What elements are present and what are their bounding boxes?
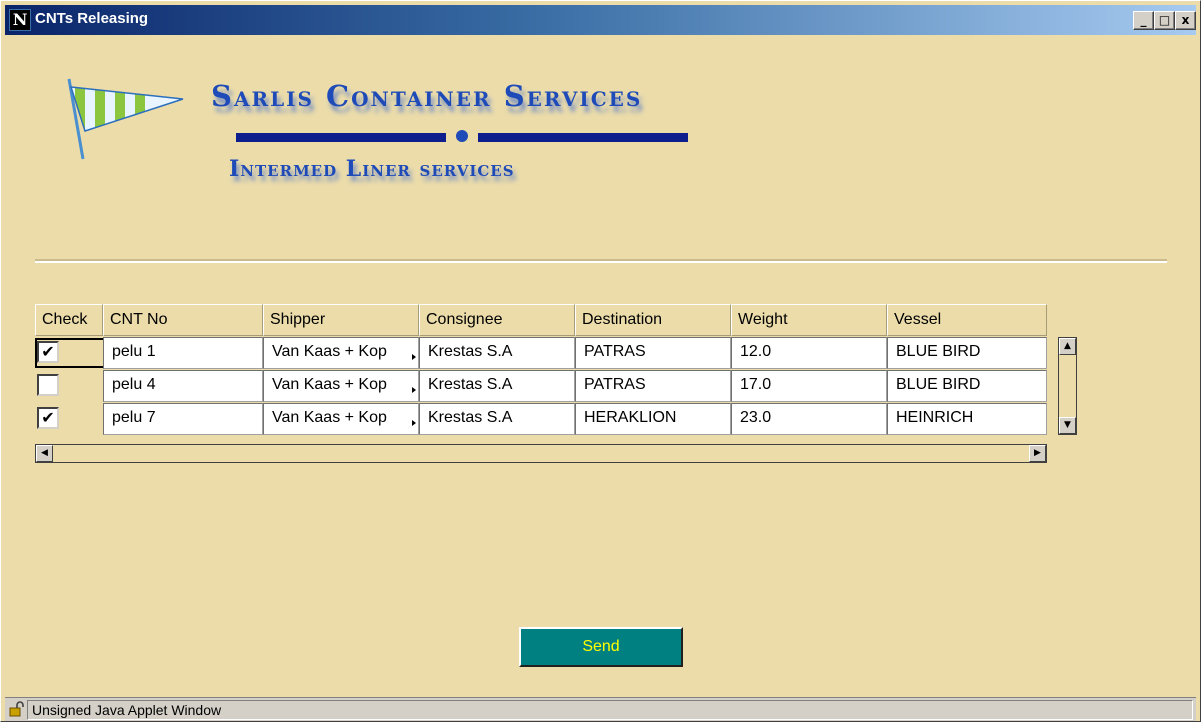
title-bar[interactable]: N CNTs Releasing _ □ x [5,5,1196,35]
scroll-up-arrow-icon[interactable]: ▲ [1059,338,1076,355]
cell-consignee[interactable]: Krestas S.A [419,403,575,435]
column-header-vessel[interactable]: Vessel [887,304,1047,336]
cell-destination[interactable]: PATRAS [575,337,731,369]
striped-pennant-flag-icon [67,78,184,160]
column-header-check[interactable]: Check [35,304,103,336]
cell-weight[interactable]: 12.0 [731,337,887,369]
scroll-left-arrow-icon[interactable]: ◀ [36,445,53,462]
send-button[interactable]: Send [519,627,683,667]
status-text: Unsigned Java Applet Window [27,700,1193,720]
brand-bar-left [236,133,446,142]
focus-indicator [35,338,105,368]
company-name: Sarlis Container Services [211,79,643,113]
brand-bar-right [478,133,688,142]
cell-consignee[interactable]: Krestas S.A [419,370,575,402]
cell-shipper[interactable]: Van Kaas + Kop [263,337,419,369]
company-subtitle: Intermed Liner services [229,156,515,182]
column-header-consignee[interactable]: Consignee [419,304,575,336]
company-logotype: Sarlis Container Services Intermed Liner… [206,71,746,211]
cell-vessel[interactable]: BLUE BIRD [887,337,1047,369]
column-header-shipper[interactable]: Shipper [263,304,419,336]
vertical-scrollbar[interactable]: ▲ ▼ [1058,337,1077,435]
cell-cnt-no[interactable]: pelu 7 [103,403,263,435]
row-checkbox[interactable] [37,374,59,396]
scroll-down-arrow-icon[interactable]: ▼ [1059,417,1076,434]
horizontal-scrollbar[interactable]: ◀ ▶ [35,444,1047,463]
table-row-check-cell: ✔ [35,337,105,369]
cell-vessel[interactable]: HEINRICH [887,403,1047,435]
cell-weight[interactable]: 17.0 [731,370,887,402]
cell-cnt-no[interactable]: pelu 1 [103,337,263,369]
cell-shipper[interactable]: Van Kaas + Kop [263,403,419,435]
cell-vessel[interactable]: BLUE BIRD [887,370,1047,402]
maximize-button[interactable]: □ [1154,11,1175,30]
minimize-button[interactable]: _ [1133,11,1154,30]
table-row-check-cell: ✔ [35,403,103,435]
column-header-weight[interactable]: Weight [731,304,887,336]
cell-cnt-no[interactable]: pelu 4 [103,370,263,402]
column-header-destination[interactable]: Destination [575,304,731,336]
unlocked-padlock-icon [9,701,24,717]
table-row-check-cell [35,370,103,402]
scroll-right-arrow-icon[interactable]: ▶ [1029,445,1046,462]
row-checkbox[interactable]: ✔ [37,407,59,429]
netscape-n-icon[interactable]: N [9,9,31,31]
status-bar: Unsigned Java Applet Window [5,697,1196,721]
cell-weight[interactable]: 23.0 [731,403,887,435]
cell-consignee[interactable]: Krestas S.A [419,337,575,369]
cell-shipper[interactable]: Van Kaas + Kop [263,370,419,402]
cell-destination[interactable]: PATRAS [575,370,731,402]
applet-window: N CNTs Releasing _ □ x Sarlis Container … [0,0,1201,722]
cell-destination[interactable]: HERAKLION [575,403,731,435]
close-button[interactable]: x [1175,11,1196,30]
separator-line [35,259,1167,263]
brand-dot [456,130,468,142]
window-title: CNTs Releasing [35,10,149,27]
column-header-cnt-no[interactable]: CNT No [103,304,263,336]
